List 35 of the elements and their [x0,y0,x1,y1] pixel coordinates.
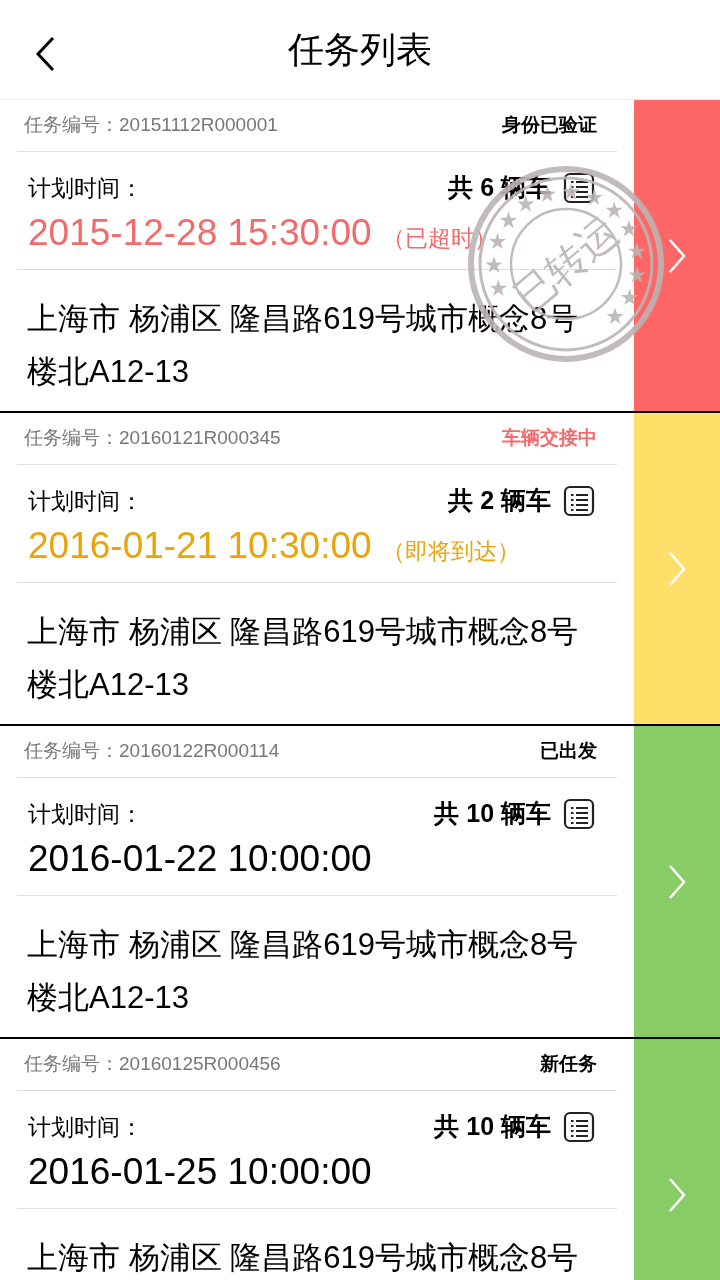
planned-datetime: 2016-01-25 10:00:00 [28,1150,372,1194]
list-icon[interactable] [563,798,595,830]
vehicle-count: 共 6 辆车 [448,172,551,204]
task-address: 上海市 杨浦区 隆昌路619号城市概念8号楼北A12-13 [27,926,580,1017]
task-status: 新任务 [540,1052,597,1077]
task-status: 身份已验证 [502,113,597,138]
list-icon[interactable] [563,485,595,517]
back-icon [34,36,56,72]
chevron-right-icon [667,237,687,274]
vehicle-count: 共 10 辆车 [434,1111,551,1143]
planned-datetime: 2016-01-21 10:30:00 [28,524,372,568]
chevron-right-icon [667,550,687,587]
task-number: 任务编号：20160125R000456 [24,1052,281,1077]
task-status: 车辆交接中 [502,426,597,451]
list-icon[interactable] [563,172,595,204]
planned-time-label: 计划时间： [28,799,143,829]
chevron-right-icon [667,863,687,900]
list-icon[interactable] [563,1111,595,1143]
planned-time-label: 计划时间： [28,173,143,203]
task-number: 任务编号：20160122R000114 [24,739,280,764]
page-title: 任务列表 [288,27,432,72]
task-number: 任务编号：20151112R000001 [24,113,278,138]
vehicle-count: 共 10 辆车 [434,798,551,830]
planned-time-label: 计划时间： [28,486,143,516]
vehicle-count: 共 2 辆车 [448,485,551,517]
time-note: （即将到达） [381,537,520,566]
planned-datetime: 2016-01-22 10:00:00 [28,837,372,881]
planned-datetime: 2015-12-28 15:30:00 [28,211,372,255]
chevron-right-icon [667,1176,687,1213]
planned-time-label: 计划时间： [28,1112,143,1142]
task-status: 已出发 [540,739,597,764]
task-address: 上海市 杨浦区 隆昌路619号城市概念8号 [27,1239,580,1277]
task-number: 任务编号：20160121R000345 [24,426,281,451]
task-address: 上海市 杨浦区 隆昌路619号城市概念8号楼北A12-13 [27,613,580,704]
time-note: （已超时） [381,224,497,253]
